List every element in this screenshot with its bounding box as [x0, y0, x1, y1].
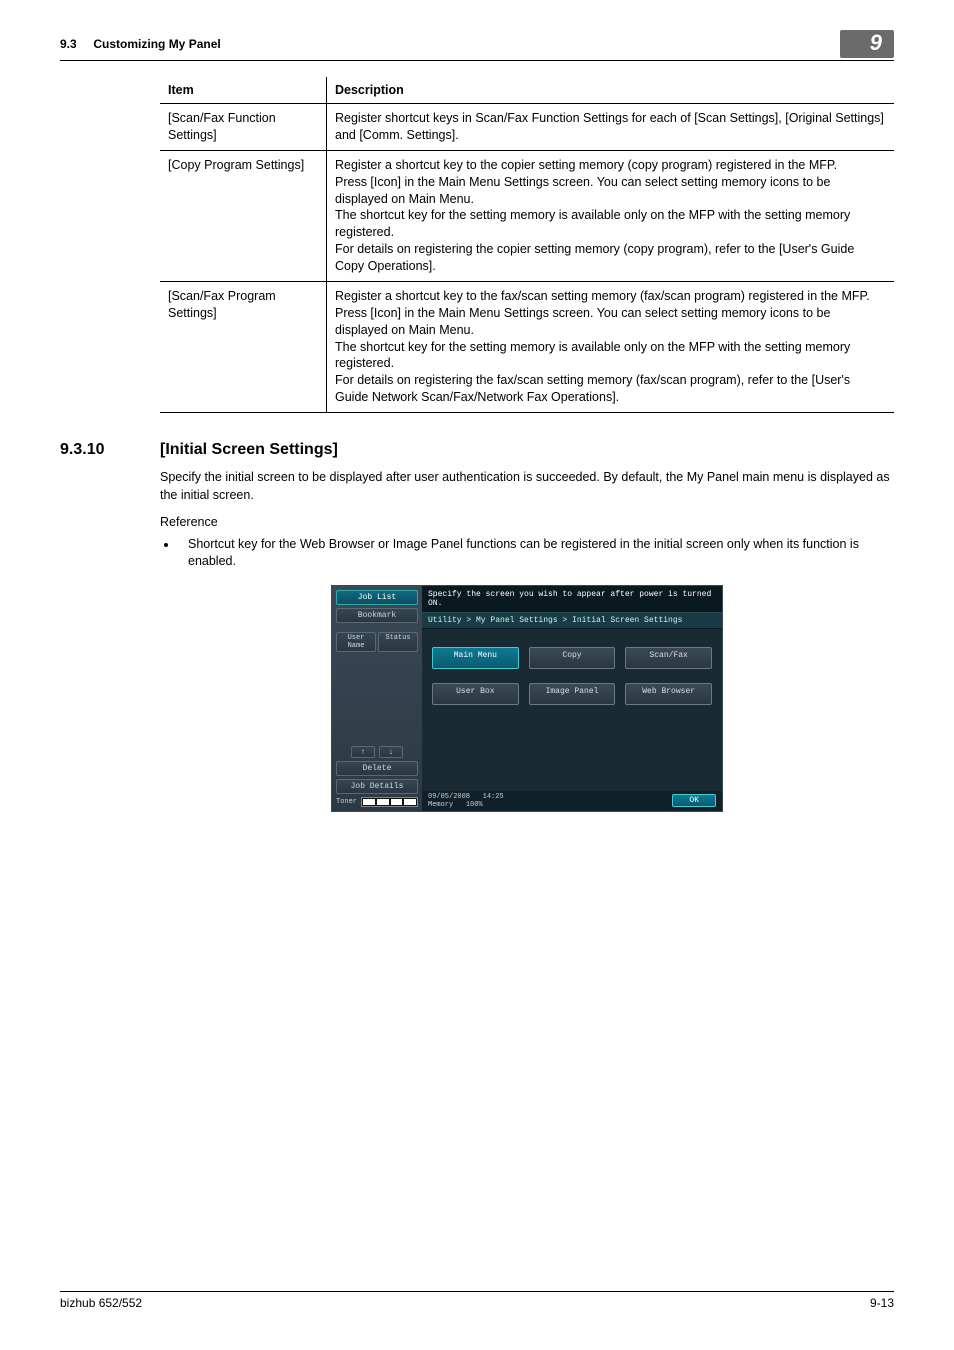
intro-paragraph: Specify the initial screen to be display… — [160, 469, 894, 504]
options-grid: Main Menu Copy Scan/Fax User Box Image P… — [422, 629, 722, 791]
subsection-heading: 9.3.10 [Initial Screen Settings] — [60, 441, 894, 459]
settings-table: Item Description [Scan/Fax Function Sett… — [160, 77, 894, 413]
panel-status-bar: 09/05/2008 14:25 Memory 100% OK — [422, 791, 722, 811]
subsection-num: 9.3.10 — [60, 441, 160, 459]
toner-label: Toner — [336, 798, 357, 806]
option-image-panel[interactable]: Image Panel — [529, 683, 616, 705]
option-copy[interactable]: Copy — [529, 647, 616, 669]
option-web-browser[interactable]: Web Browser — [625, 683, 712, 705]
footer-page: 9-13 — [870, 1296, 894, 1310]
panel-breadcrumb: Utility > My Panel Settings > Initial Sc… — [422, 612, 722, 629]
arrow-down-icon[interactable]: ↓ — [379, 746, 403, 758]
list-item: Shortcut key for the Web Browser or Imag… — [178, 536, 894, 571]
toner-bar — [361, 797, 418, 807]
cell-desc: Register a shortcut key to the copier se… — [327, 150, 895, 281]
toner-row: Toner — [336, 797, 418, 807]
arrow-up-icon[interactable]: ↑ — [351, 746, 375, 758]
cell-item: [Copy Program Settings] — [160, 150, 327, 281]
option-main-menu[interactable]: Main Menu — [432, 647, 519, 669]
bookmark-button[interactable]: Bookmark — [336, 608, 418, 623]
page-header: 9.3 Customizing My Panel 9 — [60, 30, 894, 61]
cell-desc: Register shortcut keys in Scan/Fax Funct… — [327, 104, 895, 151]
reference-label: Reference — [160, 514, 894, 532]
panel-main: Specify the screen you wish to appear af… — [422, 586, 722, 811]
cell-desc: Register a shortcut key to the fax/scan … — [327, 281, 895, 412]
reference-list: Shortcut key for the Web Browser or Imag… — [160, 536, 894, 571]
mfp-panel-screenshot: Job List Bookmark User Name Status ↑ ↓ D… — [331, 585, 723, 812]
th-item: Item — [160, 77, 327, 104]
panel-sidebar: Job List Bookmark User Name Status ↑ ↓ D… — [332, 586, 422, 811]
job-list-button[interactable]: Job List — [336, 590, 418, 605]
footer-model: bizhub 652/552 — [60, 1296, 142, 1310]
user-name-button[interactable]: User Name — [336, 632, 376, 652]
status-time: 14:25 — [483, 793, 504, 801]
th-desc: Description — [327, 77, 895, 104]
ok-button[interactable]: OK — [672, 794, 716, 807]
option-scan-fax[interactable]: Scan/Fax — [625, 647, 712, 669]
header-left: 9.3 Customizing My Panel — [60, 37, 221, 51]
table-row: [Copy Program Settings] Register a short… — [160, 150, 894, 281]
page-footer: bizhub 652/552 9-13 — [60, 1291, 894, 1310]
status-mem-label: Memory — [428, 801, 453, 809]
cell-item: [Scan/Fax Function Settings] — [160, 104, 327, 151]
table-row: [Scan/Fax Function Settings] Register sh… — [160, 104, 894, 151]
table-row: [Scan/Fax Program Settings] Register a s… — [160, 281, 894, 412]
delete-button[interactable]: Delete — [336, 761, 418, 776]
cell-item: [Scan/Fax Program Settings] — [160, 281, 327, 412]
status-date: 09/05/2008 — [428, 793, 470, 801]
status-mem-val: 100% — [466, 801, 483, 809]
chapter-badge: 9 — [840, 30, 894, 58]
subsection-title: [Initial Screen Settings] — [160, 441, 338, 459]
job-details-button[interactable]: Job Details — [336, 779, 418, 794]
header-section-title: Customizing My Panel — [93, 37, 220, 51]
header-section-num: 9.3 — [60, 37, 77, 51]
panel-instruction: Specify the screen you wish to appear af… — [422, 586, 722, 612]
status-button[interactable]: Status — [378, 632, 418, 652]
option-user-box[interactable]: User Box — [432, 683, 519, 705]
